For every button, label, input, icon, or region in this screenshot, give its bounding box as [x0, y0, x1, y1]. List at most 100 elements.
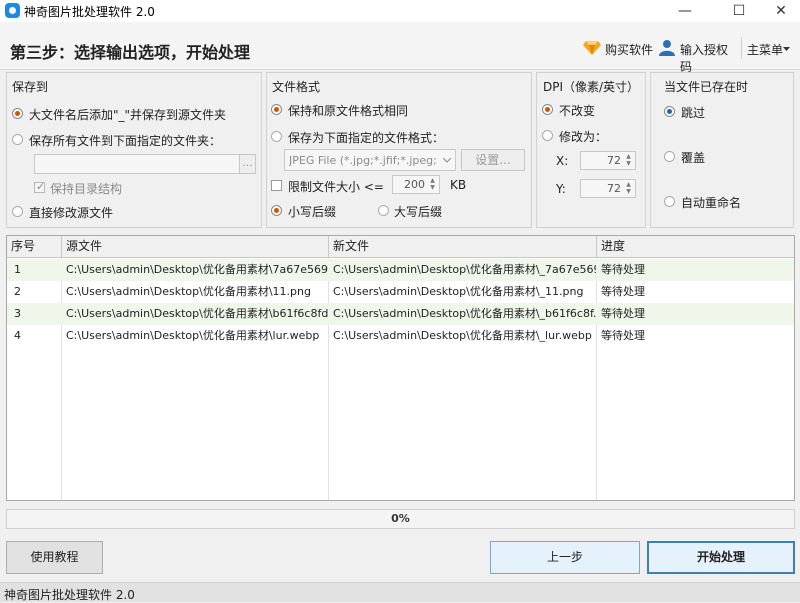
row-index: 4	[14, 329, 21, 342]
row-progress: 等待处理	[601, 285, 645, 298]
save-to-folder-radio[interactable]	[12, 134, 23, 145]
file-exists-title: 当文件已存在时	[664, 80, 749, 94]
window-title: 神奇图片批处理软件 2.0	[24, 5, 155, 19]
row-target-path: C:\Users\admin\Desktop\优化备用素材\_lur.webp	[333, 329, 592, 342]
save-to-title: 保存到	[12, 80, 49, 94]
keep-format-radio[interactable]	[271, 104, 282, 115]
save-to-source-radio[interactable]	[12, 108, 23, 119]
lowercase-ext-label: 小写后缀	[288, 205, 337, 219]
save-to-folder-label: 保存所有文件到下面指定的文件夹：	[29, 134, 222, 148]
table-row[interactable]: 4 C:\Users\admin\Desktop\优化备用素材\lur.webp…	[7, 325, 794, 347]
custom-format-label: 保存为下面指定的文件格式：	[288, 131, 445, 145]
dpi-title: DPI（像素/英寸）	[543, 80, 640, 94]
status-text: 神奇图片批处理软件 2.0	[4, 588, 135, 602]
dpi-y-label: Y:	[556, 182, 566, 196]
progress-text: 0%	[391, 512, 410, 525]
lowercase-ext-radio[interactable]	[271, 205, 282, 216]
dpi-change-label: 修改为：	[559, 130, 608, 144]
limit-unit-label: KB	[450, 178, 467, 192]
enter-license-label: 输入授权码	[680, 43, 729, 74]
browse-folder-button[interactable]: ...	[239, 154, 256, 174]
row-source-path: C:\Users\admin\Desktop\优化备用素材\7a67e5694.…	[66, 263, 328, 276]
table-row[interactable]: 2 C:\Users\admin\Desktop\优化备用素材\11.png C…	[7, 281, 794, 303]
spinner-arrows-icon: ▲ ▼	[626, 181, 631, 195]
limit-size-stepper[interactable]: 200 ▲ ▼	[392, 175, 440, 194]
diamond-icon	[583, 41, 601, 55]
limit-size-value: 200	[404, 178, 425, 191]
keep-format-label: 保持和原文件格式相同	[288, 104, 409, 118]
spinner-arrows-icon: ▲ ▼	[626, 153, 631, 167]
table-row[interactable]: 1 C:\Users\admin\Desktop\优化备用素材\7a67e569…	[7, 259, 794, 281]
main-menu-label: 主菜单	[747, 43, 784, 57]
column-header-progress[interactable]: 进度	[597, 236, 794, 258]
dpi-x-value: 72	[607, 154, 621, 167]
maximize-button[interactable]: ☐	[716, 0, 762, 22]
dpi-change-radio[interactable]	[542, 130, 553, 141]
table-row[interactable]: 3 C:\Users\admin\Desktop\优化备用素材\b61f6c8f…	[7, 303, 794, 325]
step-header: 第三步：选择输出选项，开始处理 购买软件 输入授权码 主菜单	[0, 22, 800, 74]
main-menu-button[interactable]: 主菜单	[747, 39, 797, 57]
auto-rename-label: 自动重命名	[681, 196, 742, 210]
buy-software-label: 购买软件	[605, 43, 654, 57]
dpi-no-change-radio[interactable]	[542, 104, 553, 115]
dpi-x-label: X:	[556, 154, 569, 168]
format-settings-button[interactable]: 设置...	[461, 149, 525, 171]
overall-progress-bar: 0%	[6, 509, 795, 529]
row-source-path: C:\Users\admin\Desktop\优化备用素材\11.png	[66, 285, 311, 298]
row-target-path: C:\Users\admin\Desktop\优化备用素材\_b61f6c8f.…	[333, 307, 596, 320]
checkmark-icon: ✓	[36, 180, 46, 193]
dpi-group	[536, 72, 646, 228]
limit-size-checkbox[interactable]	[271, 180, 282, 191]
dpi-y-value: 72	[607, 182, 621, 195]
output-folder-field[interactable]	[34, 154, 240, 174]
row-index: 3	[14, 307, 21, 320]
column-header-target[interactable]: 新文件	[329, 236, 597, 258]
row-target-path: C:\Users\admin\Desktop\优化备用素材\_7a67e569.…	[333, 263, 596, 276]
keep-structure-checkbox[interactable]: ✓	[34, 180, 46, 193]
header-divider	[741, 37, 742, 59]
user-icon	[659, 40, 675, 56]
uppercase-ext-label: 大写后缀	[394, 205, 443, 219]
auto-rename-radio[interactable]	[664, 196, 675, 207]
caret-down-icon	[783, 47, 790, 51]
dpi-no-change-label: 不改变	[559, 104, 596, 118]
uppercase-ext-radio[interactable]	[378, 205, 389, 216]
tutorial-button[interactable]: 使用教程	[6, 541, 103, 574]
previous-step-button[interactable]: 上一步	[490, 541, 640, 574]
column-header-source[interactable]: 源文件	[62, 236, 329, 258]
row-index: 2	[14, 285, 21, 298]
save-to-source-label: 大文件名后添加"_"并保存到源文件夹	[29, 108, 227, 122]
modify-source-label: 直接修改源文件	[29, 206, 114, 220]
format-select[interactable]: JPEG File (*.jpg;*.jfif;*.jpeg;*.j	[284, 149, 456, 171]
row-target-path: C:\Users\admin\Desktop\优化备用素材\_11.png	[333, 285, 584, 298]
dpi-x-stepper[interactable]: 72 ▲ ▼	[580, 151, 636, 170]
row-progress: 等待处理	[601, 307, 645, 320]
chevron-down-icon	[443, 158, 451, 163]
buy-software-button[interactable]: 购买软件	[583, 39, 665, 57]
enter-license-button[interactable]: 输入授权码	[659, 39, 739, 74]
skip-label: 跳过	[681, 106, 706, 120]
keep-structure-label: 保持目录结构	[50, 182, 123, 196]
limit-size-label: 限制文件大小 <=	[288, 180, 384, 194]
status-bar: 神奇图片批处理软件 2.0	[0, 582, 800, 602]
row-index: 1	[14, 263, 21, 276]
minimize-button[interactable]: —	[662, 0, 708, 22]
row-progress: 等待处理	[601, 329, 645, 342]
overwrite-label: 覆盖	[681, 151, 706, 165]
file-list-table: 序号 源文件 新文件 进度 1 C:\Users\admin\Desktop\优…	[6, 235, 795, 501]
modify-source-radio[interactable]	[12, 206, 23, 217]
overwrite-radio[interactable]	[664, 151, 675, 162]
file-format-title: 文件格式	[272, 80, 321, 94]
custom-format-radio[interactable]	[271, 131, 282, 142]
row-progress: 等待处理	[601, 263, 645, 276]
skip-radio[interactable]	[664, 106, 675, 117]
close-button[interactable]: ✕	[762, 0, 800, 22]
column-header-index[interactable]: 序号	[7, 236, 62, 258]
start-processing-button[interactable]: 开始处理	[647, 541, 795, 574]
spinner-arrows-icon: ▲ ▼	[430, 177, 435, 191]
title-bar: 神奇图片批处理软件 2.0 — ☐ ✕	[0, 0, 800, 22]
dpi-y-stepper[interactable]: 72 ▲ ▼	[580, 179, 636, 198]
page-title: 第三步：选择输出选项，开始处理	[10, 43, 251, 62]
format-select-value: JPEG File (*.jpg;*.jfif;*.jpeg;*.j	[289, 154, 437, 167]
row-source-path: C:\Users\admin\Desktop\优化备用素材\b61f6c8fda…	[66, 307, 328, 320]
